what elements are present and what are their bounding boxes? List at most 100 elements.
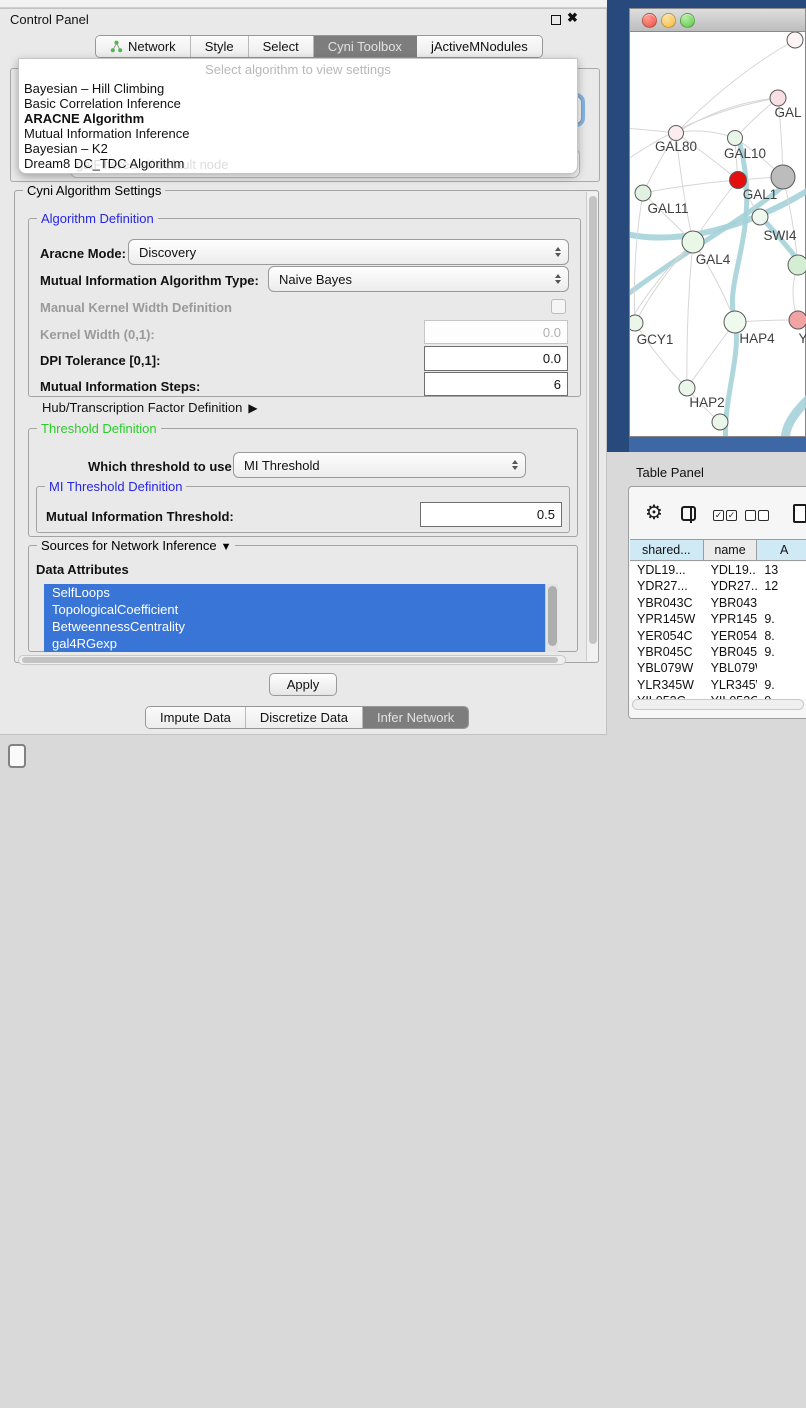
kernel-width-field[interactable]: 0.0: [424, 320, 568, 344]
table-row[interactable]: YBR043CYBR043C: [630, 595, 806, 611]
attribute-item-gal4rgexp[interactable]: gal4RGexp: [44, 635, 558, 652]
mi-steps-field[interactable]: 6: [424, 372, 568, 396]
table-row[interactable]: YBR045CYBR045C9.: [630, 644, 806, 660]
settings-hscrollbar-thumb[interactable]: [22, 657, 558, 663]
attribute-item-selfloops[interactable]: SelfLoops: [44, 584, 558, 601]
dropdown-item-basic-correlation-inference[interactable]: Basic Correlation Inference: [19, 96, 577, 111]
tab-impute-data[interactable]: Impute Data: [146, 707, 246, 728]
settings-hscrollbar[interactable]: [18, 655, 566, 665]
select-all-icon[interactable]: ✓: [713, 510, 724, 521]
dpi-tolerance-field[interactable]: 0.0: [424, 346, 568, 371]
threshold-definition-title: Threshold Definition: [37, 421, 161, 436]
node-gal10[interactable]: [728, 131, 743, 146]
which-threshold-combo[interactable]: MI Threshold: [233, 452, 526, 478]
mi-threshold-field[interactable]: 0.5: [420, 502, 562, 527]
node-gal-top[interactable]: [770, 90, 786, 106]
node-hap4[interactable]: [724, 311, 746, 333]
attributes-scrollbar[interactable]: [545, 584, 558, 652]
node-gal80-label: GAL80: [655, 139, 697, 154]
mi-threshold-value: 0.5: [537, 507, 555, 522]
tab-select[interactable]: Select: [249, 36, 314, 57]
table-row[interactable]: YER054CYER054C8.: [630, 628, 806, 644]
node-gal11[interactable]: [635, 185, 651, 201]
node-hap2[interactable]: [679, 380, 695, 396]
tab-discretize-data[interactable]: Discretize Data: [246, 707, 363, 728]
tab-network[interactable]: Network: [96, 36, 191, 57]
node-gray[interactable]: [771, 165, 795, 189]
expand-right-icon[interactable]: ▶: [248, 401, 257, 415]
node-green-mid[interactable]: [788, 255, 806, 275]
table-cell: YDL19...: [704, 562, 758, 578]
dpi-tolerance-value: 0.0: [543, 351, 561, 366]
attribute-item-betweennesscentrality[interactable]: BetweennessCentrality: [44, 618, 558, 635]
apply-button[interactable]: Apply: [269, 673, 337, 696]
table-cell: YER054C: [630, 628, 704, 644]
dropdown-item-bayesian-k2[interactable]: Bayesian – K2: [19, 141, 577, 156]
zoom-traffic-light-icon[interactable]: [680, 13, 695, 28]
attributes-scrollbar-thumb[interactable]: [548, 586, 557, 646]
close-icon[interactable]: ✖: [567, 10, 578, 26]
node-gal4[interactable]: [682, 231, 704, 253]
mi-type-combo[interactable]: Naive Bayes: [268, 266, 569, 292]
node-salmon[interactable]: [789, 311, 806, 329]
node-gal-top-label: GAL: [774, 105, 802, 120]
gear-icon[interactable]: ⚙: [645, 503, 663, 523]
minimize-traffic-light-icon[interactable]: [661, 13, 676, 28]
table-cell: YBR045C: [630, 644, 704, 660]
network-edge[interactable]: [785, 384, 806, 436]
tab-label: Discretize Data: [260, 710, 348, 725]
node-gal1[interactable]: [730, 172, 747, 189]
dropdown-item-bayesian-hill-climbing[interactable]: Bayesian – Hill Climbing: [19, 81, 577, 96]
tab-style[interactable]: Style: [191, 36, 249, 57]
hub-definition-expander[interactable]: Hub/Transcription Factor Definition▶: [42, 400, 258, 415]
tab-infer-network[interactable]: Infer Network: [363, 707, 468, 728]
node-salmon-label: Y: [798, 331, 806, 346]
tab-jactivemnodules[interactable]: jActiveMNodules: [417, 36, 542, 57]
network-edge[interactable]: [687, 322, 735, 388]
column-header-name[interactable]: name: [704, 540, 758, 561]
tab-label: Impute Data: [160, 710, 231, 725]
table-cell: 13: [757, 562, 806, 578]
network-edge[interactable]: [676, 131, 735, 138]
node-bottom[interactable]: [712, 414, 728, 430]
dropdown-item-aracne-algorithm[interactable]: ARACNE Algorithm: [19, 111, 577, 126]
network-edge[interactable]: [676, 98, 778, 133]
restore-panel-icon[interactable]: [8, 744, 26, 768]
deselect-all-icon[interactable]: [745, 510, 756, 521]
select-all-icon[interactable]: ✓: [726, 510, 737, 521]
column-header-a[interactable]: A: [757, 540, 806, 561]
attribute-item-topologicalcoefficient[interactable]: TopologicalCoefficient: [44, 601, 558, 618]
collapse-down-icon[interactable]: ▼: [221, 541, 232, 553]
dropdown-item-mutual-information-inference[interactable]: Mutual Information Inference: [19, 126, 577, 141]
table-row[interactable]: YDL19...YDL19...13: [630, 562, 806, 578]
table-row[interactable]: YDR27...YDR27...12: [630, 578, 806, 594]
algorithm-definition-title: Algorithm Definition: [37, 211, 158, 226]
node-gcy1[interactable]: [630, 315, 643, 331]
column-header-shared[interactable]: shared...: [630, 540, 704, 561]
network-canvas[interactable]: GALGAL80GAL10GAL1GAL11GAL4SWI4GCY1HAP4YH…: [630, 32, 806, 436]
columns-icon[interactable]: [681, 506, 696, 521]
manual-kernel-checkbox[interactable]: [551, 299, 566, 314]
close-traffic-light-icon[interactable]: [642, 13, 657, 28]
export-table-icon[interactable]: [793, 504, 806, 523]
table-row[interactable]: YBL079WYBL079W: [630, 660, 806, 676]
mi-type-label: Mutual Information Algorithm Type:: [40, 273, 259, 288]
node-top-arc[interactable]: [787, 32, 803, 48]
table-cell: YDR27...: [630, 578, 704, 594]
settings-scrollbar[interactable]: [586, 192, 598, 661]
node-swi4-label: SWI4: [763, 228, 796, 243]
deselect-all-icon[interactable]: [758, 510, 769, 521]
table-row[interactable]: YLR345WYLR345W9.: [630, 677, 806, 693]
float-window-icon[interactable]: [551, 15, 561, 25]
node-swi4[interactable]: [752, 209, 768, 225]
network-edge[interactable]: [687, 242, 693, 388]
table-row[interactable]: YPR145WYPR145W9.: [630, 611, 806, 627]
table-cell: 9.: [757, 677, 806, 693]
table-hscrollbar[interactable]: [632, 699, 804, 710]
tab-cyni-toolbox[interactable]: Cyni Toolbox: [314, 36, 417, 57]
settings-scrollbar-thumb[interactable]: [589, 196, 597, 644]
network-edge[interactable]: [643, 180, 738, 193]
aracne-mode-combo[interactable]: Discovery: [128, 239, 569, 265]
sources-title-text: Sources for Network Inference: [41, 538, 217, 553]
kernel-width-label: Kernel Width (0,1):: [40, 327, 155, 342]
